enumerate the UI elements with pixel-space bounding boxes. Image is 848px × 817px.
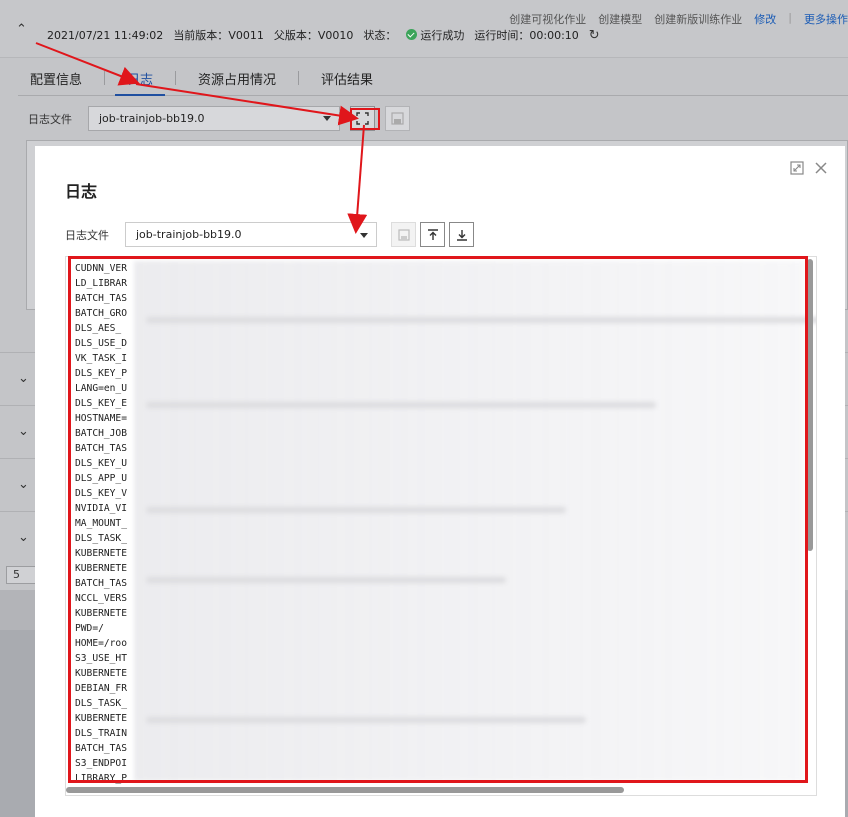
log-line: DLS_TASK_ bbox=[75, 533, 127, 544]
redacted-region bbox=[134, 261, 804, 781]
log-line: BATCH_TAS bbox=[75, 293, 127, 304]
current-version-label: 当前版本： bbox=[173, 29, 229, 42]
log-line: KUBERNETE bbox=[75, 548, 127, 559]
log-line: BATCH_GRO bbox=[75, 308, 127, 319]
divider bbox=[175, 70, 177, 85]
log-line: BATCH_TAS bbox=[75, 443, 127, 454]
log-line: CUDNN_VER bbox=[75, 263, 127, 274]
chevron-up-icon[interactable]: ⌃ bbox=[16, 22, 30, 37]
chevron-down-icon: ⌄ bbox=[18, 424, 29, 439]
scroll-to-top-button[interactable] bbox=[420, 222, 445, 247]
detail-tabs: 配置信息 日志 资源占用情况 评估结果 bbox=[18, 60, 848, 96]
log-line: BATCH_TAS bbox=[75, 578, 127, 589]
caret-down-icon bbox=[323, 116, 331, 121]
fullscreen-highlight bbox=[350, 108, 380, 130]
save-button[interactable] bbox=[391, 222, 416, 247]
log-line: KUBERNETE bbox=[75, 713, 127, 724]
dialog-controls bbox=[789, 160, 829, 176]
version-meta: 2021/07/21 11:49:02 当前版本：V0011 父版本：V0010… bbox=[47, 27, 600, 43]
log-dialog: 日志 日志文件 job-trainjob-bb19.0 CUDNN_VER LD… bbox=[35, 146, 845, 817]
log-line: BATCH_TAS bbox=[75, 743, 127, 754]
create-visual-job-button[interactable]: 创建可视化作业 bbox=[509, 11, 586, 27]
log-line: DLS_KEY_E bbox=[75, 398, 127, 409]
log-line: NCCL_VERS bbox=[75, 593, 127, 604]
logfile-select-value: job-trainjob-bb19.0 bbox=[99, 112, 205, 125]
log-line: LANG=en_U bbox=[75, 383, 127, 394]
vertical-scrollbar[interactable] bbox=[807, 259, 813, 551]
log-line: HOSTNAME= bbox=[75, 413, 127, 424]
log-line: DEBIAN_FR bbox=[75, 683, 127, 694]
more-actions-link[interactable]: 更多操作 bbox=[804, 11, 848, 27]
log-line: LD_LIBRAR bbox=[75, 278, 127, 289]
log-line: PWD=/ bbox=[75, 623, 104, 634]
parent-version-label: 父版本： bbox=[273, 29, 318, 42]
status-badge: 运行成功 bbox=[406, 27, 464, 43]
tab-evaluation[interactable]: 评估结果 bbox=[309, 60, 385, 96]
success-check-icon bbox=[406, 29, 418, 40]
version-datetime: 2021/07/21 11:49:02 bbox=[47, 28, 164, 42]
status-value: 运行成功 bbox=[420, 29, 465, 42]
log-line: DLS_KEY_P bbox=[75, 368, 127, 379]
log-line: DLS_TRAIN bbox=[75, 728, 127, 739]
download-icon bbox=[456, 229, 467, 241]
tab-log[interactable]: 日志 bbox=[115, 60, 166, 96]
log-line: KUBERNETE bbox=[75, 668, 127, 679]
runtime-value: 00:00:10 bbox=[529, 29, 579, 42]
runtime-label: 运行时间： bbox=[474, 29, 530, 42]
close-icon[interactable] bbox=[813, 160, 829, 176]
logfile-label: 日志文件 bbox=[65, 228, 109, 242]
log-line: LIBRARY_P bbox=[75, 773, 127, 784]
divider bbox=[104, 70, 106, 85]
log-line: KUBERNETE bbox=[75, 563, 127, 574]
log-line: KUBERNETE bbox=[75, 608, 127, 619]
chevron-down-icon: ⌄ bbox=[18, 477, 29, 492]
save-button[interactable] bbox=[385, 106, 410, 131]
logfile-label: 日志文件 bbox=[28, 112, 72, 126]
horizontal-scrollbar[interactable] bbox=[66, 787, 624, 793]
save-icon bbox=[397, 228, 410, 241]
header-actions: 创建可视化作业 创建模型 创建新版训练作业 修改 | 更多操作 bbox=[509, 11, 848, 27]
log-line: DLS_KEY_U bbox=[75, 458, 127, 469]
tab-resource-usage[interactable]: 资源占用情况 bbox=[186, 60, 288, 96]
page-size-select[interactable]: 5 bbox=[6, 566, 36, 584]
current-version: V0011 bbox=[228, 29, 264, 42]
logfile-select-value: job-trainjob-bb19.0 bbox=[136, 228, 242, 241]
log-line: DLS_APP_U bbox=[75, 473, 127, 484]
log-line: S3_ENDPOI bbox=[75, 758, 127, 769]
dialog-logfile-select[interactable]: job-trainjob-bb19.0 bbox=[125, 222, 377, 247]
log-lines: CUDNN_VER LD_LIBRAR BATCH_TAS BATCH_GRO DLS_… bbox=[75, 261, 127, 786]
log-line: MA_MOUNT_ bbox=[75, 518, 127, 529]
logfile-select[interactable]: job-trainjob-bb19.0 bbox=[88, 106, 340, 131]
tab-config[interactable]: 配置信息 bbox=[18, 60, 94, 96]
download-button[interactable] bbox=[449, 222, 474, 247]
caret-down-icon bbox=[360, 233, 368, 238]
log-line: VK_TASK_I bbox=[75, 353, 127, 364]
create-new-training-job-button[interactable]: 创建新版训练作业 bbox=[654, 11, 742, 27]
parent-version: V0010 bbox=[317, 29, 354, 42]
log-content-area[interactable]: CUDNN_VER LD_LIBRAR BATCH_TAS BATCH_GRO DLS_… bbox=[65, 256, 817, 796]
log-line: DLS_AES_ bbox=[75, 323, 122, 334]
chevron-down-icon: ⌄ bbox=[18, 530, 29, 545]
job-version-header: ⌃ 2021/07/21 11:49:02 当前版本：V0011 父版本：V00… bbox=[0, 0, 848, 58]
save-icon bbox=[391, 112, 404, 125]
chevron-down-icon: ⌄ bbox=[18, 371, 29, 386]
refresh-icon[interactable]: ↻ bbox=[589, 28, 600, 43]
log-line: BATCH_JOB bbox=[75, 428, 127, 439]
create-model-button[interactable]: 创建模型 bbox=[598, 11, 642, 27]
log-line: DLS_USE_D bbox=[75, 338, 127, 349]
status-label: 状态： bbox=[363, 29, 397, 42]
log-line: DLS_TASK_ bbox=[75, 698, 127, 709]
modify-link[interactable]: 修改 bbox=[754, 11, 776, 27]
divider bbox=[298, 70, 300, 85]
log-line: NVIDIA_VI bbox=[75, 503, 127, 514]
log-line: S3_USE_HT bbox=[75, 653, 127, 664]
divider: | bbox=[788, 11, 792, 24]
log-line: DLS_KEY_V bbox=[75, 488, 127, 499]
shrink-icon[interactable] bbox=[789, 160, 805, 176]
dialog-title: 日志 bbox=[65, 182, 98, 201]
log-line: HOME=/roo bbox=[75, 638, 127, 649]
dialog-logfile-row: 日志文件 job-trainjob-bb19.0 bbox=[65, 222, 474, 247]
arrow-up-to-top-icon bbox=[427, 228, 438, 240]
